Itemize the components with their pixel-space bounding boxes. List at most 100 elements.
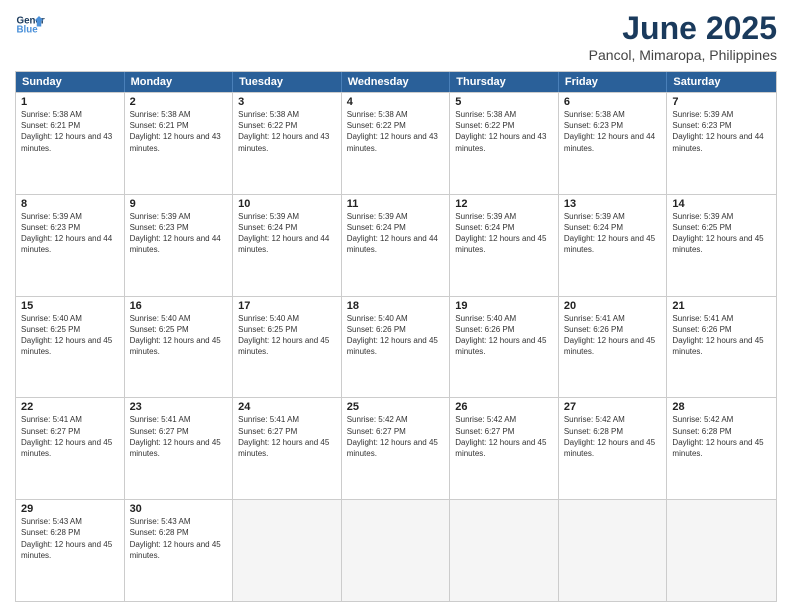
day-number: 26 bbox=[455, 401, 553, 413]
day-cell-empty bbox=[667, 500, 776, 601]
day-cell-3: 3 Sunrise: 5:38 AM Sunset: 6:22 PM Dayli… bbox=[233, 93, 342, 194]
day-number: 18 bbox=[347, 300, 445, 312]
day-cell-13: 13 Sunrise: 5:39 AM Sunset: 6:24 PM Dayl… bbox=[559, 195, 668, 296]
day-cell-empty bbox=[450, 500, 559, 601]
day-info: Sunrise: 5:42 AM Sunset: 6:27 PM Dayligh… bbox=[347, 414, 445, 459]
day-info: Sunrise: 5:40 AM Sunset: 6:26 PM Dayligh… bbox=[455, 313, 553, 358]
day-cell-24: 24 Sunrise: 5:41 AM Sunset: 6:27 PM Dayl… bbox=[233, 398, 342, 499]
day-cell-17: 17 Sunrise: 5:40 AM Sunset: 6:25 PM Dayl… bbox=[233, 297, 342, 398]
day-number: 8 bbox=[21, 198, 119, 210]
day-info: Sunrise: 5:39 AM Sunset: 6:24 PM Dayligh… bbox=[564, 211, 662, 256]
day-info: Sunrise: 5:38 AM Sunset: 6:22 PM Dayligh… bbox=[455, 109, 553, 154]
day-cell-5: 5 Sunrise: 5:38 AM Sunset: 6:22 PM Dayli… bbox=[450, 93, 559, 194]
week-row-2: 8 Sunrise: 5:39 AM Sunset: 6:23 PM Dayli… bbox=[16, 194, 776, 296]
day-number: 7 bbox=[672, 96, 771, 108]
day-info: Sunrise: 5:39 AM Sunset: 6:24 PM Dayligh… bbox=[347, 211, 445, 256]
day-info: Sunrise: 5:39 AM Sunset: 6:25 PM Dayligh… bbox=[672, 211, 771, 256]
day-number: 10 bbox=[238, 198, 336, 210]
day-cell-11: 11 Sunrise: 5:39 AM Sunset: 6:24 PM Dayl… bbox=[342, 195, 451, 296]
day-cell-empty bbox=[559, 500, 668, 601]
day-cell-4: 4 Sunrise: 5:38 AM Sunset: 6:22 PM Dayli… bbox=[342, 93, 451, 194]
day-info: Sunrise: 5:38 AM Sunset: 6:23 PM Dayligh… bbox=[564, 109, 662, 154]
day-number: 17 bbox=[238, 300, 336, 312]
day-number: 11 bbox=[347, 198, 445, 210]
day-cell-15: 15 Sunrise: 5:40 AM Sunset: 6:25 PM Dayl… bbox=[16, 297, 125, 398]
day-number: 13 bbox=[564, 198, 662, 210]
day-info: Sunrise: 5:38 AM Sunset: 6:22 PM Dayligh… bbox=[347, 109, 445, 154]
header-tuesday: Tuesday bbox=[233, 72, 342, 92]
day-info: Sunrise: 5:43 AM Sunset: 6:28 PM Dayligh… bbox=[130, 516, 228, 561]
day-number: 23 bbox=[130, 401, 228, 413]
header-friday: Friday bbox=[559, 72, 668, 92]
day-number: 16 bbox=[130, 300, 228, 312]
day-number: 29 bbox=[21, 503, 119, 515]
day-info: Sunrise: 5:40 AM Sunset: 6:26 PM Dayligh… bbox=[347, 313, 445, 358]
calendar: Sunday Monday Tuesday Wednesday Thursday… bbox=[15, 71, 777, 602]
day-number: 12 bbox=[455, 198, 553, 210]
day-info: Sunrise: 5:39 AM Sunset: 6:23 PM Dayligh… bbox=[21, 211, 119, 256]
day-number: 5 bbox=[455, 96, 553, 108]
day-number: 24 bbox=[238, 401, 336, 413]
day-number: 4 bbox=[347, 96, 445, 108]
day-number: 14 bbox=[672, 198, 771, 210]
week-row-4: 22 Sunrise: 5:41 AM Sunset: 6:27 PM Dayl… bbox=[16, 397, 776, 499]
day-info: Sunrise: 5:39 AM Sunset: 6:24 PM Dayligh… bbox=[238, 211, 336, 256]
week-row-5: 29 Sunrise: 5:43 AM Sunset: 6:28 PM Dayl… bbox=[16, 499, 776, 601]
day-cell-22: 22 Sunrise: 5:41 AM Sunset: 6:27 PM Dayl… bbox=[16, 398, 125, 499]
day-number: 6 bbox=[564, 96, 662, 108]
day-cell-14: 14 Sunrise: 5:39 AM Sunset: 6:25 PM Dayl… bbox=[667, 195, 776, 296]
day-cell-23: 23 Sunrise: 5:41 AM Sunset: 6:27 PM Dayl… bbox=[125, 398, 234, 499]
week-row-1: 1 Sunrise: 5:38 AM Sunset: 6:21 PM Dayli… bbox=[16, 92, 776, 194]
day-cell-20: 20 Sunrise: 5:41 AM Sunset: 6:26 PM Dayl… bbox=[559, 297, 668, 398]
day-number: 19 bbox=[455, 300, 553, 312]
logo: General Blue bbox=[15, 10, 45, 40]
day-cell-9: 9 Sunrise: 5:39 AM Sunset: 6:23 PM Dayli… bbox=[125, 195, 234, 296]
day-cell-10: 10 Sunrise: 5:39 AM Sunset: 6:24 PM Dayl… bbox=[233, 195, 342, 296]
day-info: Sunrise: 5:38 AM Sunset: 6:22 PM Dayligh… bbox=[238, 109, 336, 154]
header-thursday: Thursday bbox=[450, 72, 559, 92]
day-number: 15 bbox=[21, 300, 119, 312]
day-number: 22 bbox=[21, 401, 119, 413]
header-saturday: Saturday bbox=[667, 72, 776, 92]
title-block: June 2025 Pancol, Mimaropa, Philippines bbox=[589, 10, 777, 63]
logo-icon: General Blue bbox=[15, 10, 45, 40]
day-number: 1 bbox=[21, 96, 119, 108]
svg-text:Blue: Blue bbox=[17, 25, 39, 36]
day-cell-empty bbox=[233, 500, 342, 601]
day-cell-18: 18 Sunrise: 5:40 AM Sunset: 6:26 PM Dayl… bbox=[342, 297, 451, 398]
day-info: Sunrise: 5:42 AM Sunset: 6:28 PM Dayligh… bbox=[672, 414, 771, 459]
day-cell-7: 7 Sunrise: 5:39 AM Sunset: 6:23 PM Dayli… bbox=[667, 93, 776, 194]
day-info: Sunrise: 5:39 AM Sunset: 6:23 PM Dayligh… bbox=[130, 211, 228, 256]
day-info: Sunrise: 5:41 AM Sunset: 6:27 PM Dayligh… bbox=[238, 414, 336, 459]
day-cell-empty bbox=[342, 500, 451, 601]
day-number: 9 bbox=[130, 198, 228, 210]
day-cell-26: 26 Sunrise: 5:42 AM Sunset: 6:27 PM Dayl… bbox=[450, 398, 559, 499]
day-cell-29: 29 Sunrise: 5:43 AM Sunset: 6:28 PM Dayl… bbox=[16, 500, 125, 601]
day-cell-28: 28 Sunrise: 5:42 AM Sunset: 6:28 PM Dayl… bbox=[667, 398, 776, 499]
day-cell-25: 25 Sunrise: 5:42 AM Sunset: 6:27 PM Dayl… bbox=[342, 398, 451, 499]
day-number: 3 bbox=[238, 96, 336, 108]
day-cell-6: 6 Sunrise: 5:38 AM Sunset: 6:23 PM Dayli… bbox=[559, 93, 668, 194]
day-number: 2 bbox=[130, 96, 228, 108]
day-number: 28 bbox=[672, 401, 771, 413]
day-number: 25 bbox=[347, 401, 445, 413]
day-cell-2: 2 Sunrise: 5:38 AM Sunset: 6:21 PM Dayli… bbox=[125, 93, 234, 194]
page-header: General Blue June 2025 Pancol, Mimaropa,… bbox=[15, 10, 777, 63]
calendar-body: 1 Sunrise: 5:38 AM Sunset: 6:21 PM Dayli… bbox=[16, 92, 776, 601]
day-info: Sunrise: 5:41 AM Sunset: 6:26 PM Dayligh… bbox=[564, 313, 662, 358]
month-title: June 2025 bbox=[589, 10, 777, 47]
header-wednesday: Wednesday bbox=[342, 72, 451, 92]
day-number: 27 bbox=[564, 401, 662, 413]
day-info: Sunrise: 5:39 AM Sunset: 6:24 PM Dayligh… bbox=[455, 211, 553, 256]
day-cell-12: 12 Sunrise: 5:39 AM Sunset: 6:24 PM Dayl… bbox=[450, 195, 559, 296]
calendar-header: Sunday Monday Tuesday Wednesday Thursday… bbox=[16, 72, 776, 92]
day-info: Sunrise: 5:43 AM Sunset: 6:28 PM Dayligh… bbox=[21, 516, 119, 561]
day-cell-30: 30 Sunrise: 5:43 AM Sunset: 6:28 PM Dayl… bbox=[125, 500, 234, 601]
day-info: Sunrise: 5:41 AM Sunset: 6:27 PM Dayligh… bbox=[21, 414, 119, 459]
location-title: Pancol, Mimaropa, Philippines bbox=[589, 47, 777, 63]
day-info: Sunrise: 5:41 AM Sunset: 6:27 PM Dayligh… bbox=[130, 414, 228, 459]
day-number: 30 bbox=[130, 503, 228, 515]
day-number: 20 bbox=[564, 300, 662, 312]
day-info: Sunrise: 5:40 AM Sunset: 6:25 PM Dayligh… bbox=[130, 313, 228, 358]
week-row-3: 15 Sunrise: 5:40 AM Sunset: 6:25 PM Dayl… bbox=[16, 296, 776, 398]
